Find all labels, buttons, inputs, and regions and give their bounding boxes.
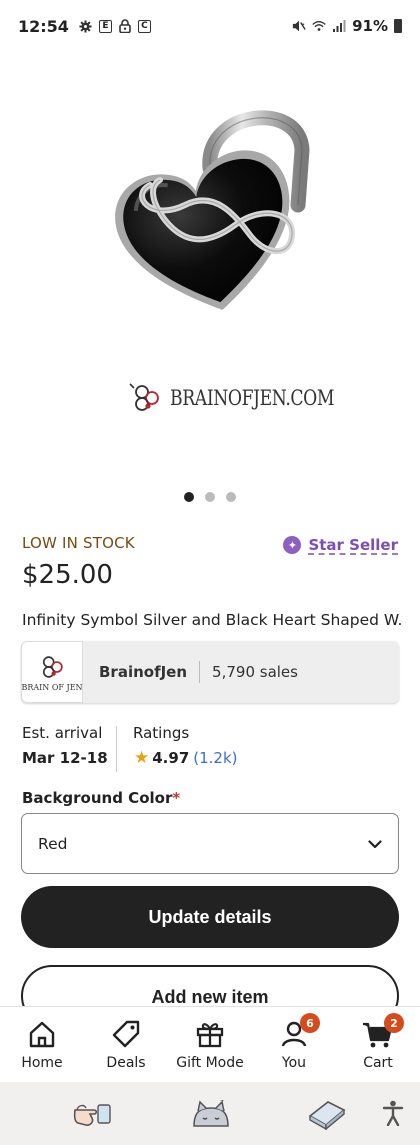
tag-icon	[110, 1018, 142, 1050]
star-icon: ★	[134, 748, 150, 768]
ratings-label: Ratings	[133, 724, 190, 742]
star-seller-badge[interactable]: ✦ Star Seller	[283, 536, 398, 554]
cart-count-badge: 2	[384, 1013, 404, 1033]
wifi-icon	[312, 19, 326, 33]
home-icon	[26, 1018, 58, 1050]
c-box-icon: C	[137, 19, 151, 33]
bottom-navigation: Home Deals Gift Mode 6 You 2 Cart	[0, 1006, 420, 1082]
sleeping-cat-sticker-icon[interactable]: z	[190, 1096, 232, 1134]
ratings-summary[interactable]: ★ 4.97 (1.2k)	[134, 748, 238, 768]
star-seller-icon: ✦	[283, 536, 302, 554]
gear-icon	[79, 19, 93, 33]
book-sticker-icon[interactable]	[306, 1096, 348, 1134]
nav-you[interactable]: 6 You	[252, 1007, 336, 1082]
status-time: 12:54	[18, 16, 69, 36]
nav-label: Home	[21, 1055, 63, 1071]
nav-label: Deals	[106, 1055, 146, 1071]
nav-deals[interactable]: Deals	[84, 1007, 168, 1082]
nav-home[interactable]: Home	[0, 1007, 84, 1082]
select-value: Red	[38, 834, 68, 853]
chevron-down-icon	[368, 835, 382, 853]
product-title[interactable]: Infinity Symbol Silver and Black Heart S…	[22, 611, 402, 629]
signal-icon	[332, 19, 346, 33]
e-box-icon: E	[98, 19, 112, 33]
user-icon: 6	[278, 1013, 320, 1050]
variation-label: Background Color*	[22, 789, 180, 807]
divider	[116, 726, 117, 772]
carousel-dot-1[interactable]	[184, 492, 194, 502]
image-watermark: BRAINOFJEN.COM	[128, 380, 370, 416]
star-seller-label[interactable]: Star Seller	[308, 536, 398, 554]
shop-name[interactable]: BrainofJen	[99, 663, 187, 681]
carousel-dot-3[interactable]	[226, 492, 236, 502]
background-color-select[interactable]: Red	[21, 813, 399, 874]
system-navigation-bar: z	[0, 1082, 420, 1145]
shop-card[interactable]: BRAIN OF JEN BrainofJen 5,790 sales	[21, 641, 399, 703]
brain-logo-icon	[42, 655, 63, 678]
status-bar: 12:54 E C 91%	[0, 0, 420, 52]
product-price: $25.00	[22, 560, 113, 590]
arrival-date: Mar 12-18	[22, 749, 108, 767]
rating-count-link[interactable]: (1.2k)	[193, 749, 237, 767]
nav-cart[interactable]: 2 Cart	[336, 1007, 420, 1082]
variation-label-text: Background Color	[22, 789, 173, 807]
watermark-text: BRAINOFJEN.COM	[170, 386, 335, 410]
notification-badge: 6	[300, 1013, 320, 1033]
battery-percent: 91%	[352, 17, 388, 35]
arrival-label: Est. arrival	[22, 724, 103, 742]
pointing-hand-sticker-icon[interactable]	[72, 1096, 116, 1134]
divider	[199, 661, 201, 683]
update-details-button[interactable]: Update details	[21, 886, 399, 948]
nav-label: You	[281, 1055, 307, 1071]
brain-logo-icon	[129, 383, 159, 411]
shop-sales: 5,790 sales	[212, 663, 298, 681]
required-mark: *	[172, 789, 181, 807]
cart-icon: 2	[362, 1013, 404, 1050]
shop-logo-text: BRAIN OF JEN	[21, 682, 83, 692]
gift-icon	[194, 1018, 226, 1050]
stock-status: LOW IN STOCK	[22, 534, 135, 552]
nav-label: Cart	[363, 1055, 393, 1071]
carousel-dot-2[interactable]	[205, 492, 215, 502]
shop-logo[interactable]: BRAIN OF JEN	[21, 641, 83, 703]
carousel-indicator[interactable]	[0, 492, 420, 502]
accessibility-icon[interactable]	[382, 1100, 404, 1130]
nav-gift-mode[interactable]: Gift Mode	[168, 1007, 252, 1082]
svg-text:z: z	[220, 1098, 224, 1106]
rating-value: 4.97	[152, 749, 190, 767]
nav-label: Gift Mode	[176, 1055, 244, 1071]
product-image-carousel[interactable]: BRAINOFJEN.COM	[0, 52, 420, 472]
battery-icon	[394, 19, 402, 33]
mute-icon	[292, 19, 306, 33]
lock-icon	[118, 19, 132, 33]
